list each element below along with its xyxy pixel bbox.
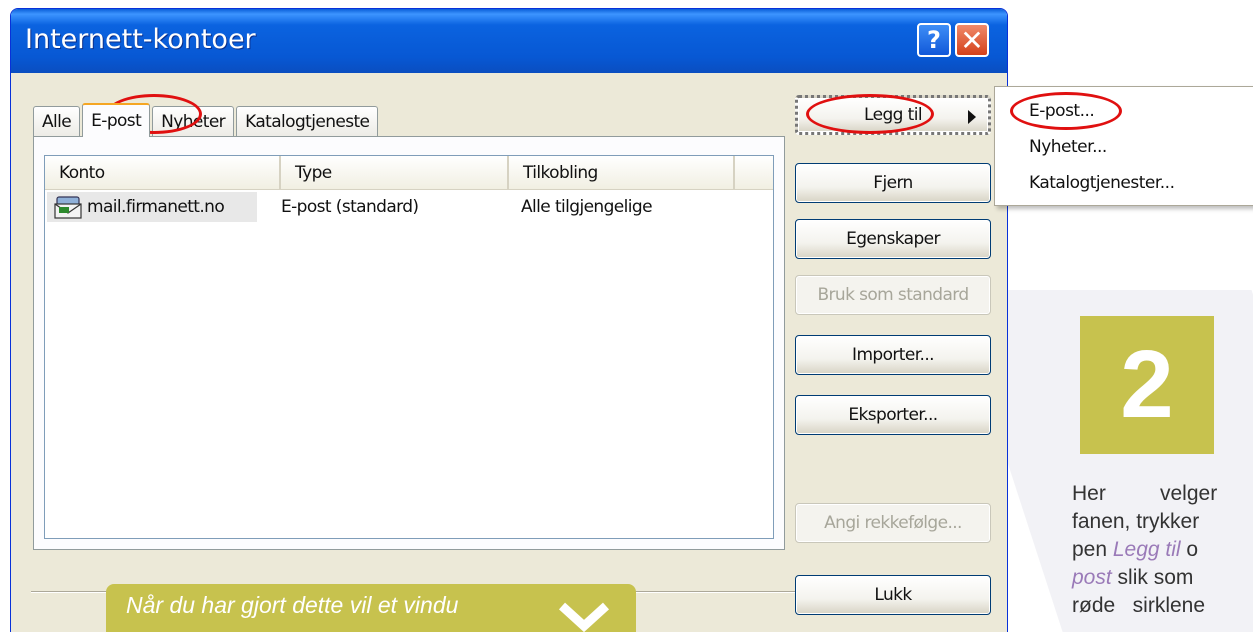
add-submenu: E-post... Nyheter... Katalogtjenester... [994,86,1253,206]
instruction-text: Her velger fanen, trykker pen Legg til o… [1072,480,1253,620]
instruction-word: velger [1160,482,1218,505]
window-title: Internett-kontoer [25,24,256,55]
menu-item-e-post[interactable]: E-post... [1029,101,1095,121]
help-icon: ? [927,26,941,54]
help-button[interactable]: ? [917,23,951,57]
tab-alle[interactable]: Alle [33,106,81,137]
account-cell[interactable]: mail.firmanett.no [47,192,257,222]
add-button[interactable]: Legg til [795,95,991,135]
internet-accounts-dialog: Internett-kontoer ? ✕ Alle E-post Nyhete… [10,8,1008,632]
instruction-fragment: slik som [1111,566,1194,589]
close-button[interactable]: Lukk [795,575,991,615]
type-cell: E-post (standard) [281,197,419,217]
instruction-fragment: o [1180,538,1199,561]
instruction-emphasis: post [1072,566,1112,589]
instruction-line: pen Legg til o [1072,536,1253,564]
step-number: 2 [1120,331,1174,438]
set-default-button[interactable]: Bruk som standard [795,275,991,315]
menu-item-katalogtjenester[interactable]: Katalogtjenester... [1029,173,1175,193]
instruction-line: post slik som [1072,564,1253,592]
column-header-tilkobling[interactable]: Tilkobling [509,156,735,189]
menu-item-nyheter[interactable]: Nyheter... [1029,137,1107,157]
tab-nyheter[interactable]: Nyheter [152,106,235,137]
connection-cell: Alle tilgjengelige [521,197,653,217]
chevron-down-icon [558,602,610,632]
tab-strip: Alle E-post Nyheter Katalogtjeneste [33,103,380,137]
import-button[interactable]: Importer... [795,335,991,375]
instruction-fragment: pen [1072,538,1113,561]
tab-katalogtjeneste[interactable]: Katalogtjeneste [236,106,379,137]
callout-text: Når du har gjort dette vil et vindu [126,592,459,618]
export-button[interactable]: Eksporter... [795,395,991,435]
mail-account-icon [54,196,82,219]
add-button-label: Legg til [864,105,923,125]
table-row[interactable]: mail.firmanett.no E-post (standard) Alle… [45,190,773,224]
tab-e-post[interactable]: E-post [82,103,151,137]
instruction-word: Her [1072,482,1106,505]
tab-panel: Konto Type Tilkobling mail.firmanett.no [33,136,785,550]
close-icon: ✕ [960,23,984,57]
close-window-button[interactable]: ✕ [955,23,989,57]
account-name: mail.firmanett.no [87,197,225,217]
column-header-type[interactable]: Type [281,156,509,189]
instruction-line: røde sirklene [1072,594,1206,617]
accounts-list[interactable]: Konto Type Tilkobling mail.firmanett.no [44,155,774,539]
set-order-button[interactable]: Angi rekkefølge... [795,503,991,543]
instruction-line: fanen, trykker [1072,510,1200,533]
callout-box: Når du har gjort dette vil et vindu [106,584,636,632]
step-badge: 2 [1080,316,1214,454]
list-header: Konto Type Tilkobling [45,156,773,190]
properties-button[interactable]: Egenskaper [795,219,991,259]
dialog-client-area: Alle E-post Nyheter Katalogtjeneste Kont… [11,73,1007,632]
submenu-arrow-icon [968,110,976,124]
title-bar[interactable]: Internett-kontoer ? ✕ [11,9,1007,73]
column-header-konto[interactable]: Konto [45,156,281,189]
instruction-emphasis: Legg til [1112,538,1181,561]
remove-button[interactable]: Fjern [795,163,991,203]
